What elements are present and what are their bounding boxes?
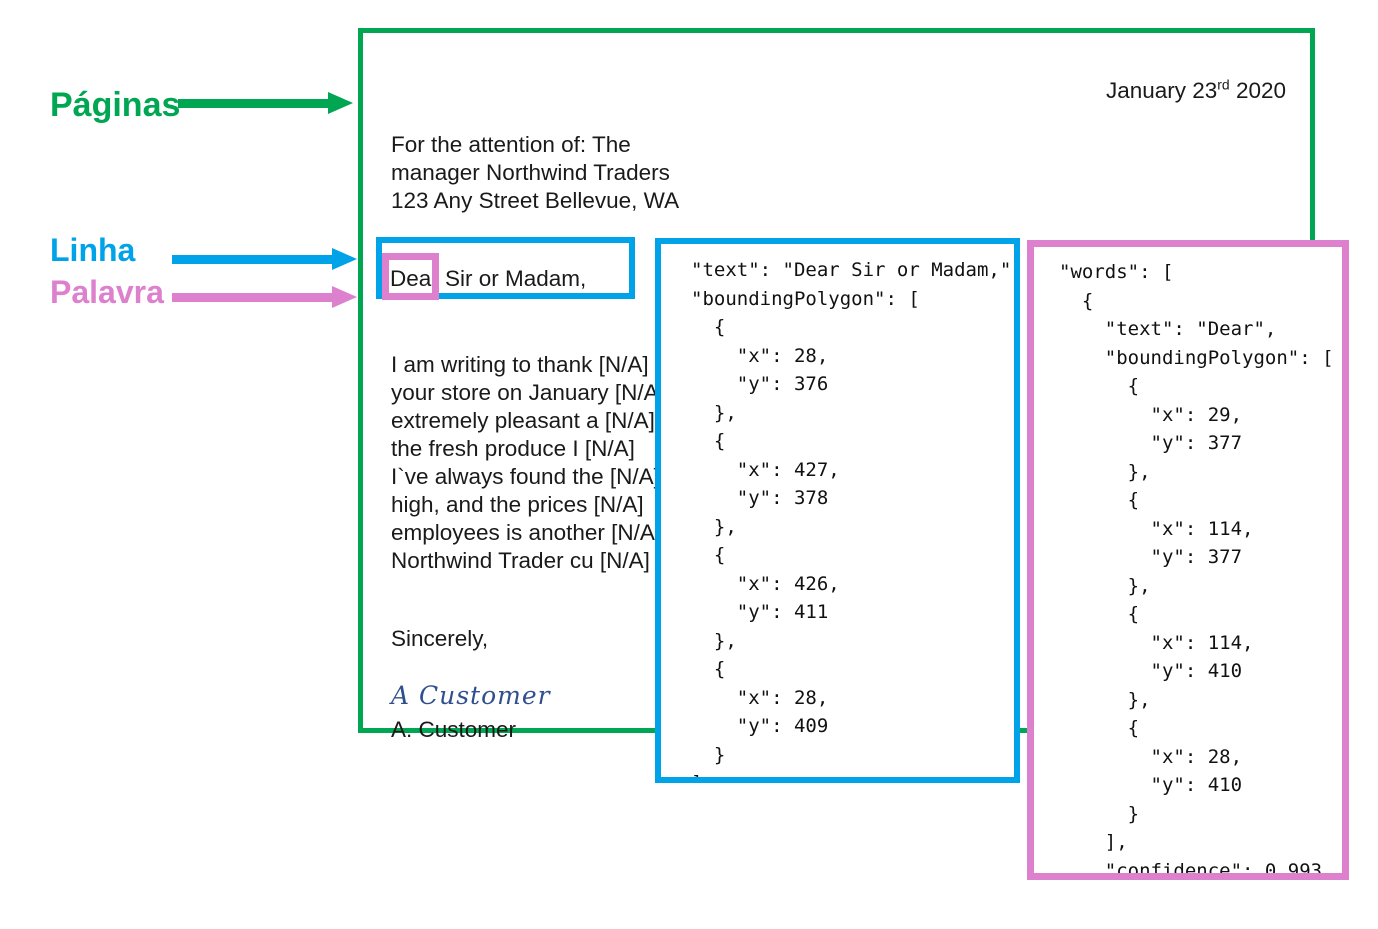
arrow-pages-head	[328, 92, 353, 114]
document-closing: Sincerely,	[391, 626, 489, 651]
line-json-panel: "text": "Dear Sir or Madam,", "boundingP…	[655, 238, 1020, 783]
legend-label-pages: Páginas	[50, 86, 181, 124]
arrow-line-shaft	[172, 255, 334, 264]
document-date-suffix: 2020	[1229, 78, 1286, 103]
document-date-ordinal: rd	[1217, 76, 1230, 93]
arrow-pages-shaft	[178, 99, 330, 108]
diagram-canvas: Páginas Linha Palavra January 23rd 2020 …	[0, 0, 1378, 929]
arrow-word-head	[332, 286, 357, 308]
document-signature-handwriting: A Customer	[391, 681, 551, 710]
word-bounding-box	[382, 253, 439, 300]
document-address-block: For the attention of: The manager Northw…	[391, 132, 680, 213]
document-date: January 23rd 2020	[1106, 78, 1286, 104]
arrow-word-shaft	[172, 293, 334, 302]
document-signature-name: A. Customer	[391, 717, 517, 742]
arrow-line-head	[332, 248, 357, 270]
word-json-panel: "words": [ { "text": "Dear", "boundingPo…	[1027, 240, 1349, 880]
document-date-prefix: January 23	[1105, 78, 1218, 103]
document-body-paragraph: I am writing to thank [N/A] your store o…	[391, 352, 665, 573]
legend-label-word: Palavra	[50, 274, 164, 310]
legend-label-line: Linha	[50, 232, 136, 268]
